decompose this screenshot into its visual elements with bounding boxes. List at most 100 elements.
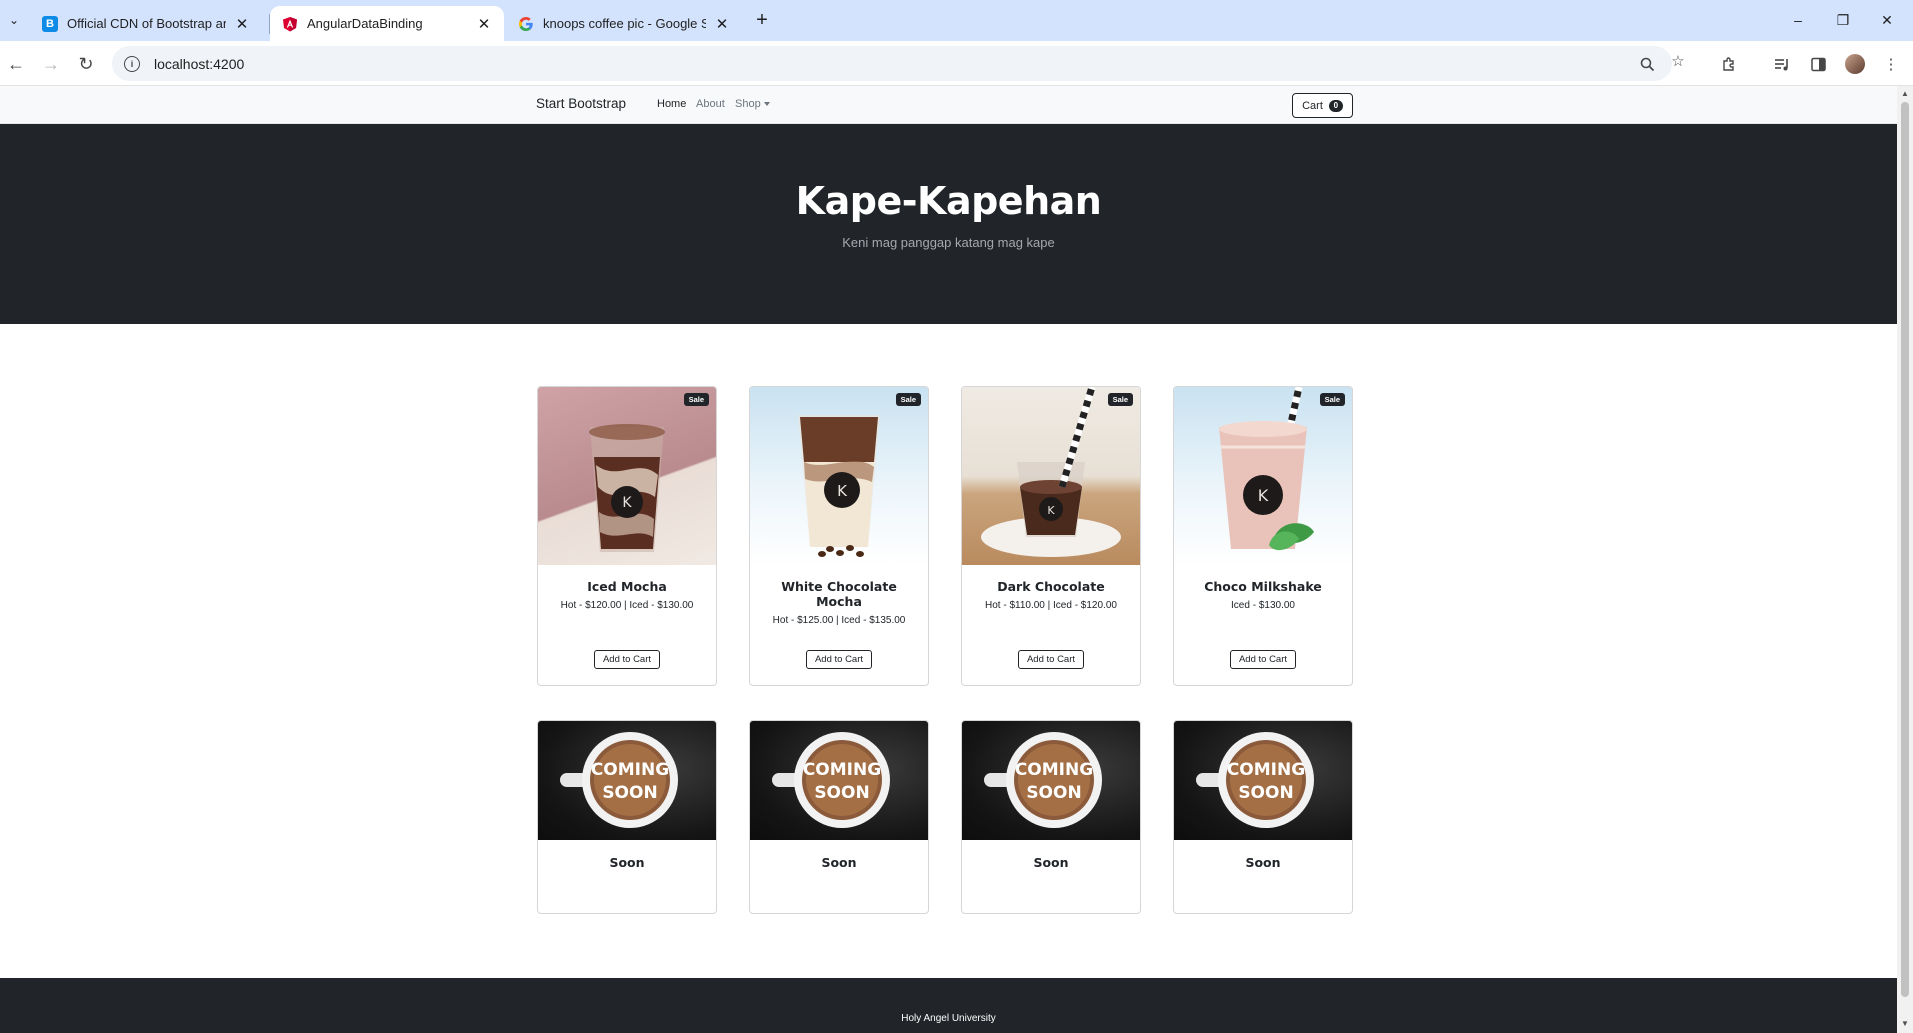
coming-soon-title: Soon <box>821 855 857 870</box>
side-panel-icon[interactable] <box>1806 52 1830 76</box>
product-card-body: Dark Chocolate Hot - $110.00 | Iced - $1… <box>962 565 1140 612</box>
window-close-icon[interactable]: ✕ <box>1872 8 1902 32</box>
footer-text: Holy Angel University <box>901 1013 996 1024</box>
coffee-cup-icon: COMING SOON <box>560 732 678 828</box>
kebab-menu-icon[interactable]: ⋮ <box>1879 52 1903 76</box>
coming-soon-image: COMING SOON <box>1174 721 1352 840</box>
nav-shop-label: Shop <box>735 98 761 110</box>
scroll-down-icon[interactable]: ▼ <box>1900 1019 1910 1029</box>
sale-badge: Sale <box>1319 393 1345 406</box>
back-arrow-icon[interactable]: ← <box>2 50 30 78</box>
coming-soon-card: COMING SOON Soon <box>961 720 1141 914</box>
navbar-brand[interactable]: Start Bootstrap <box>536 96 626 111</box>
white-chocolate-mocha-drink-icon: K <box>798 415 880 557</box>
nav-link-about[interactable]: About <box>696 98 725 110</box>
product-card: K Sale Dark Chocolate Hot - $110.00 | Ic… <box>961 386 1141 686</box>
product-card-body: Iced Mocha Hot - $120.00 | Iced - $130.0… <box>538 565 716 612</box>
bookmark-star-icon[interactable]: ☆ <box>1666 49 1690 73</box>
page-viewport: Start Bootstrap Home About Shop Cart 0 K… <box>0 86 1897 1033</box>
angular-favicon-icon <box>282 16 298 32</box>
hero-title: Kape-Kapehan <box>795 179 1102 223</box>
coming-soon-text: COMING <box>803 760 881 780</box>
product-card-body: White Chocolate Mocha Hot - $125.00 | Ic… <box>750 565 928 627</box>
page-scrollbar[interactable]: ▲ ▼ <box>1897 86 1913 1033</box>
product-name: Choco Milkshake <box>1204 579 1322 594</box>
tab-angular-data-binding[interactable]: AngularDataBinding ✕ <box>270 6 504 41</box>
reload-icon[interactable]: ↻ <box>72 50 100 78</box>
sale-badge: Sale <box>1107 393 1133 406</box>
nav-link-home[interactable]: Home <box>657 98 686 110</box>
product-price: Hot - $110.00 | Iced - $120.00 <box>985 600 1117 611</box>
coming-soon-title: Soon <box>1245 855 1281 870</box>
coming-soon-text: SOON <box>1238 783 1293 803</box>
coffee-cup-icon: COMING SOON <box>772 732 890 828</box>
tab-title: AngularDataBinding <box>307 16 423 31</box>
add-to-cart-button[interactable]: Add to Cart <box>806 650 872 669</box>
coming-soon-image: COMING SOON <box>538 721 716 840</box>
hero-subtitle: Keni mag panggap katang mag kape <box>842 235 1055 250</box>
tab-title: Official CDN of Bootstrap and F <box>67 16 226 31</box>
cart-button[interactable]: Cart 0 <box>1292 93 1353 118</box>
forward-arrow-icon[interactable]: → <box>37 50 65 78</box>
coming-soon-title: Soon <box>1033 855 1069 870</box>
media-queue-icon[interactable] <box>1770 52 1794 76</box>
coming-soon-text: COMING <box>591 760 669 780</box>
google-favicon-icon <box>518 16 534 32</box>
tab-bootstrap-cdn[interactable]: B Official CDN of Bootstrap and F ✕ <box>30 6 262 41</box>
caret-down-icon <box>763 102 770 107</box>
bootstrap-favicon-icon: B <box>42 15 58 32</box>
address-bar[interactable]: i localhost:4200 <box>112 46 1672 81</box>
product-name: White Chocolate Mocha <box>781 579 897 609</box>
product-card: K Sale White Chocolate Mocha Hot - $125.… <box>749 386 929 686</box>
extensions-icon[interactable] <box>1717 52 1741 76</box>
product-card: K Sale Choco Milkshake Iced - $130.00 Ad… <box>1173 386 1353 686</box>
nav-dropdown-shop[interactable]: Shop <box>735 98 770 110</box>
product-card: K Sale Iced Mocha Hot - $120.00 | Iced -… <box>537 386 717 686</box>
browser-toolbar: ← → ↻ i localhost:4200 ☆ ⋮ <box>0 41 1913 86</box>
coming-soon-text: SOON <box>1026 783 1081 803</box>
choco-milkshake-drink-icon: K <box>1219 387 1314 551</box>
scroll-up-icon[interactable]: ▲ <box>1900 89 1910 99</box>
scrollbar-thumb[interactable] <box>1901 102 1909 997</box>
close-icon[interactable]: ✕ <box>714 16 730 33</box>
product-price: Hot - $120.00 | Iced - $130.00 <box>560 600 694 611</box>
coming-soon-title: Soon <box>609 855 645 870</box>
restore-icon[interactable]: ❐ <box>1828 8 1858 32</box>
add-to-cart-button[interactable]: Add to Cart <box>1230 650 1296 669</box>
product-card-body: Choco Milkshake Iced - $130.00 <box>1174 565 1352 612</box>
product-image: K Sale <box>1174 387 1352 565</box>
dark-chocolate-drink-icon: K <box>981 387 1121 557</box>
sale-badge: Sale <box>683 393 709 406</box>
coming-soon-card: COMING SOON Soon <box>749 720 929 914</box>
close-icon[interactable]: ✕ <box>476 16 492 33</box>
coming-soon-text: COMING <box>1227 760 1305 780</box>
add-to-cart-button[interactable]: Add to Cart <box>1018 650 1084 669</box>
site-info-icon[interactable]: i <box>124 55 140 72</box>
coming-soon-card: COMING SOON Soon <box>537 720 717 914</box>
sale-badge: Sale <box>895 393 921 406</box>
coffee-cup-icon: COMING SOON <box>984 732 1102 828</box>
tab-title: knoops coffee pic - Google Sea <box>543 16 706 31</box>
browser-tab-strip: ⌄ B Official CDN of Bootstrap and F ✕ An… <box>0 0 1913 41</box>
new-tab-button[interactable]: + <box>750 9 774 33</box>
profile-avatar-icon[interactable] <box>1843 52 1867 76</box>
zoom-icon[interactable] <box>1635 52 1659 76</box>
svg-text:K: K <box>622 495 632 511</box>
svg-text:K: K <box>837 482 848 500</box>
product-name: Iced Mocha <box>587 579 667 594</box>
tab-google-search[interactable]: knoops coffee pic - Google Sea ✕ <box>506 6 742 41</box>
add-to-cart-button[interactable]: Add to Cart <box>594 650 660 669</box>
minimize-icon[interactable]: – <box>1783 8 1813 32</box>
tab-search-chevron-icon[interactable]: ⌄ <box>4 10 24 30</box>
product-price: Iced - $130.00 <box>1231 600 1295 611</box>
coming-soon-text: SOON <box>602 783 657 803</box>
close-icon[interactable]: ✕ <box>234 16 250 33</box>
cart-count-badge: 0 <box>1328 99 1343 112</box>
coming-soon-image: COMING SOON <box>750 721 928 840</box>
coming-soon-text: SOON <box>814 783 869 803</box>
coming-soon-text: COMING <box>1015 760 1093 780</box>
hero-header: Kape-Kapehan Keni mag panggap katang mag… <box>0 124 1897 324</box>
url-text[interactable]: localhost:4200 <box>154 56 244 72</box>
product-image: K Sale <box>538 387 716 565</box>
coffee-cup-icon: COMING SOON <box>1196 732 1314 828</box>
